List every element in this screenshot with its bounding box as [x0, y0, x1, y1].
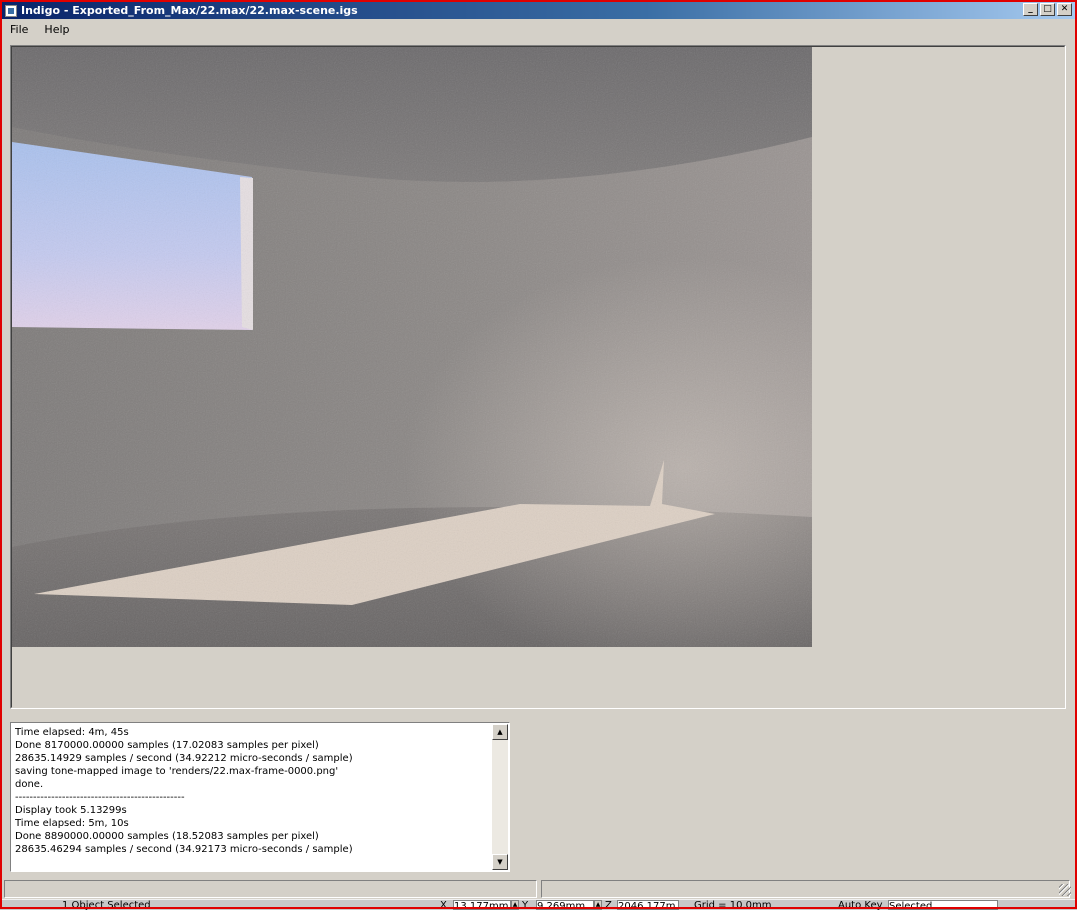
log-line: Time elapsed: 5m, 10s [15, 818, 129, 829]
indigo-app-icon[interactable] [5, 4, 17, 17]
window-title: Indigo - Exported_From_Max/22.max/22.max… [21, 4, 358, 17]
log-line: Time elapsed: 4m, 45s [15, 727, 129, 738]
status-pane-right [541, 880, 1070, 898]
resize-grip-icon[interactable] [1059, 884, 1071, 896]
scroll-up-icon[interactable]: ▲ [492, 724, 508, 740]
log-scrollbar[interactable]: ▲ ▼ [492, 724, 508, 870]
menu-bar: File Help [2, 20, 78, 38]
rendered-room-image [12, 47, 812, 647]
status-pane-left [4, 880, 537, 898]
log-line: Display took 5.13299s [15, 805, 127, 816]
log-line: ----------------------------------------… [15, 792, 185, 803]
render-panel [10, 45, 1066, 709]
log-line: done. [15, 779, 44, 790]
maximize-button[interactable]: □ [1040, 3, 1055, 16]
log-line: Done 8890000.00000 samples (18.52083 sam… [15, 831, 319, 842]
log-line: Done 8170000.00000 samples (17.02083 sam… [15, 740, 319, 751]
max-status-bar: 1 Object Selected X 13.177mm ▲ Y 9.269mm… [0, 899, 1077, 910]
log-line: saving tone-mapped image to 'renders/22.… [15, 766, 339, 777]
render-log[interactable]: Time elapsed: 4m, 45s Done 8170000.00000… [10, 722, 510, 872]
minimize-button[interactable]: _ [1023, 3, 1038, 16]
log-line: 28635.14929 samples / second (34.92212 m… [15, 753, 353, 764]
scroll-down-icon[interactable]: ▼ [492, 854, 508, 870]
log-line: 28635.46294 samples / second (34.92173 m… [15, 844, 353, 855]
menu-file[interactable]: File [2, 23, 36, 36]
menu-help[interactable]: Help [36, 23, 77, 36]
close-button[interactable]: ✕ [1057, 3, 1072, 16]
title-bar[interactable]: Indigo - Exported_From_Max/22.max/22.max… [2, 2, 1075, 19]
